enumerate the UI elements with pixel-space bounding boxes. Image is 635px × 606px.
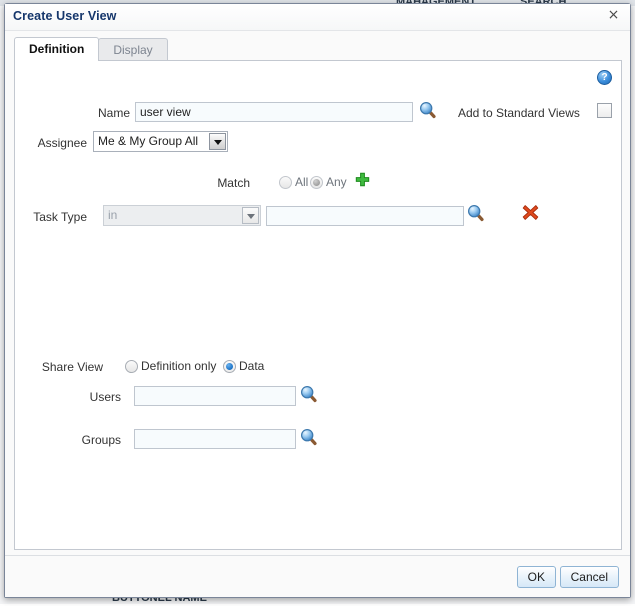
match-label: Match bbox=[217, 176, 250, 190]
task-type-operator-dropdown[interactable]: in bbox=[103, 205, 261, 226]
tab-definition[interactable]: Definition bbox=[14, 37, 100, 61]
groups-search-icon[interactable] bbox=[300, 428, 318, 446]
name-input[interactable] bbox=[135, 102, 413, 122]
share-view-radio-data[interactable] bbox=[223, 360, 236, 373]
share-view-radio-definition-only-label: Definition only bbox=[141, 359, 217, 373]
match-radio-all[interactable] bbox=[279, 176, 292, 189]
dialog-title: Create User View bbox=[13, 9, 117, 23]
share-view-radio-definition-only[interactable] bbox=[125, 360, 138, 373]
share-view-radio-data-label: Data bbox=[239, 359, 265, 373]
ok-button[interactable]: OK bbox=[516, 566, 556, 588]
task-type-value-input[interactable] bbox=[266, 206, 464, 226]
tab-definition-label: Definition bbox=[29, 42, 85, 56]
match-radio-any-label: Any bbox=[326, 175, 347, 189]
match-radio-all-label: All bbox=[295, 175, 309, 189]
task-type-search-icon[interactable] bbox=[467, 204, 485, 222]
groups-label: Groups bbox=[81, 433, 121, 447]
plus-icon[interactable] bbox=[355, 172, 370, 187]
delete-icon[interactable] bbox=[522, 204, 539, 221]
help-icon[interactable]: ? bbox=[597, 70, 612, 85]
add-to-standard-views-label: Add to Standard Views bbox=[458, 106, 580, 120]
share-view-label: Share View bbox=[41, 360, 103, 374]
users-search-icon[interactable] bbox=[300, 385, 318, 403]
chevron-down-icon bbox=[242, 207, 259, 224]
assignee-label: Assignee bbox=[37, 136, 87, 150]
dialog-titlebar: Create User View × bbox=[5, 4, 630, 31]
users-input[interactable] bbox=[134, 386, 296, 406]
cancel-button[interactable]: Cancel bbox=[559, 566, 619, 588]
assignee-dropdown-value: Me & My Group All bbox=[98, 134, 199, 148]
tab-bar: Definition Display bbox=[14, 37, 621, 61]
dialog-footer: OK Cancel bbox=[5, 555, 630, 597]
users-label: Users bbox=[89, 390, 121, 404]
name-label: Name bbox=[97, 106, 130, 120]
create-user-view-dialog: Create User View × Definition Display ? … bbox=[4, 3, 631, 598]
name-search-icon[interactable] bbox=[419, 101, 437, 119]
tab-display-label: Display bbox=[113, 43, 153, 57]
add-to-standard-views-checkbox[interactable] bbox=[597, 103, 612, 118]
close-icon[interactable]: × bbox=[605, 7, 622, 24]
tab-display[interactable]: Display bbox=[98, 38, 168, 61]
assignee-dropdown[interactable]: Me & My Group All bbox=[93, 131, 228, 152]
task-type-operator-value: in bbox=[108, 208, 118, 222]
task-type-label: Task Type bbox=[33, 210, 87, 224]
chevron-down-icon bbox=[209, 133, 226, 150]
groups-input[interactable] bbox=[134, 429, 296, 449]
match-radio-any[interactable] bbox=[310, 176, 323, 189]
definition-panel: ? Name Add to Standard Views Assignee bbox=[14, 60, 622, 550]
